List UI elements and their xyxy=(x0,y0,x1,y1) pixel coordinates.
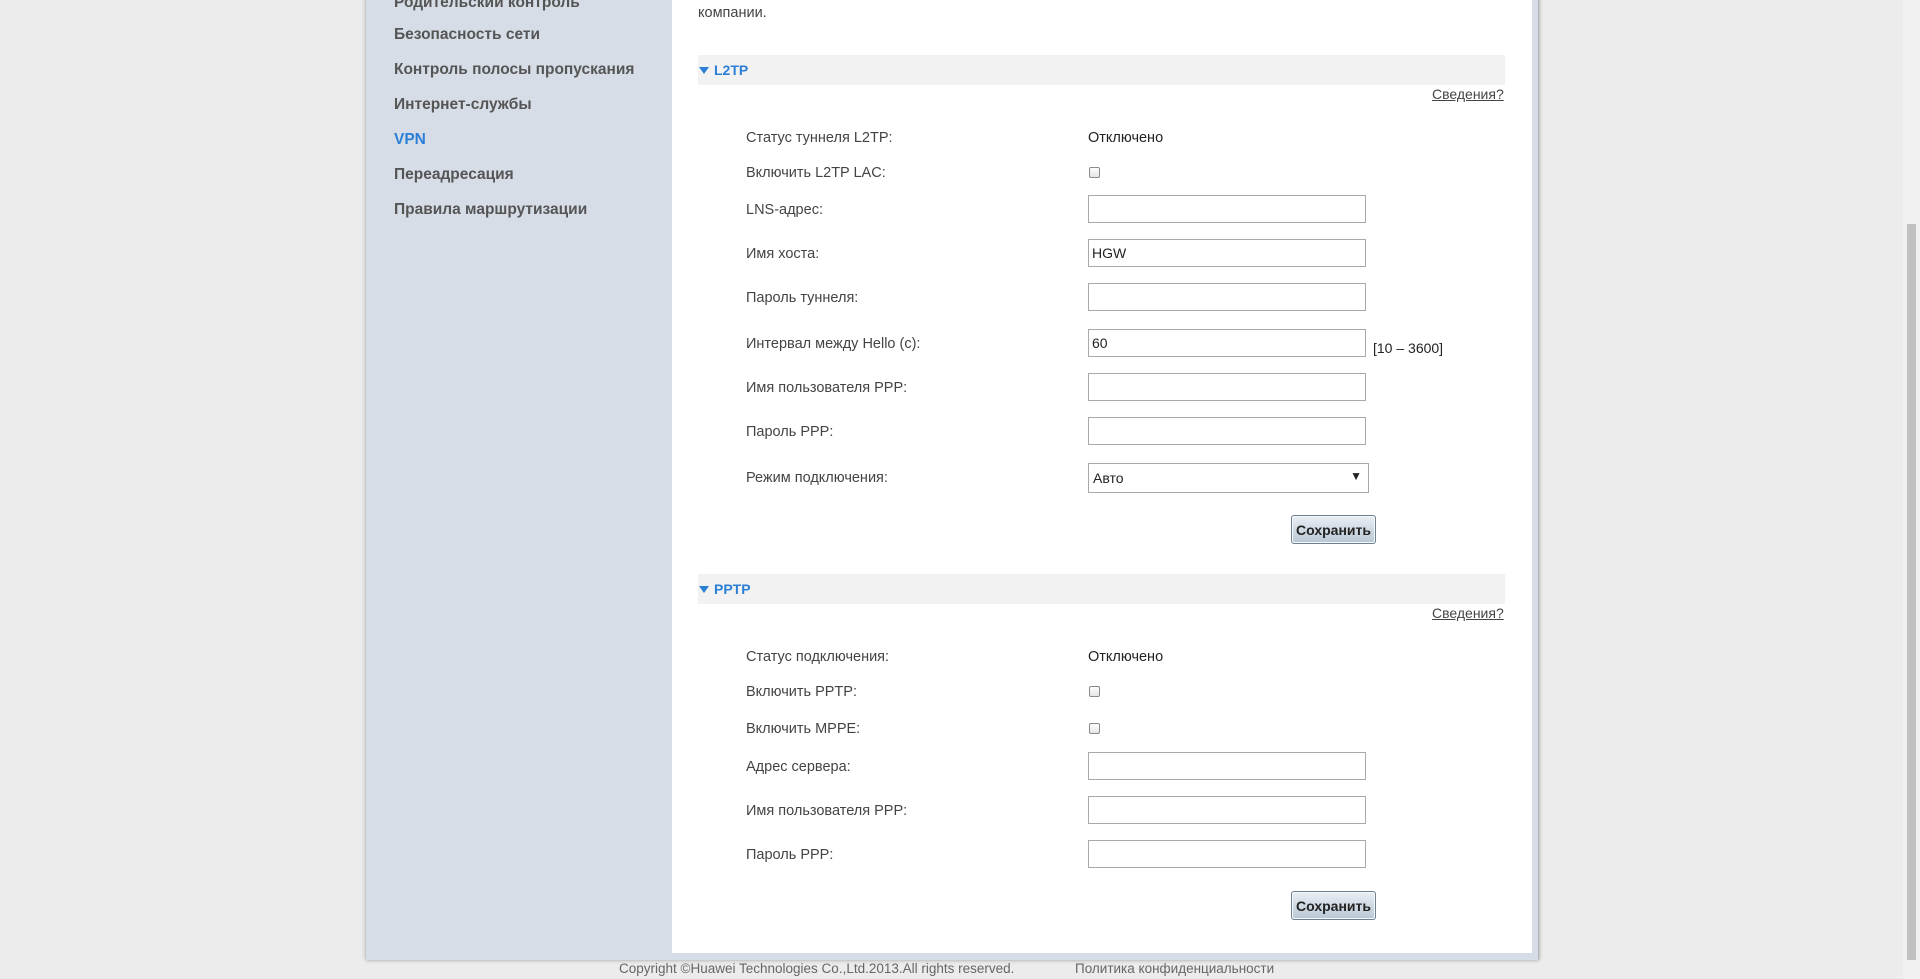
l2tp-connection-mode-label: Режим подключения: xyxy=(746,470,888,486)
l2tp-connection-mode-value: Авто xyxy=(1093,470,1124,486)
sidebar-item-bandwidth-control[interactable]: Контроль полосы пропускания xyxy=(394,61,634,79)
pptp-server-label: Адрес сервера: xyxy=(746,759,851,775)
l2tp-lns-input[interactable] xyxy=(1088,195,1366,223)
collapse-triangle-icon xyxy=(699,586,709,593)
l2tp-ppp-password-input[interactable] xyxy=(1088,417,1366,445)
dropdown-arrow-icon: ▼ xyxy=(1350,469,1362,483)
sidebar-item-routing-rules[interactable]: Правила маршрутизации xyxy=(394,201,587,219)
pptp-status-label: Статус подключения: xyxy=(746,649,890,665)
pptp-section-header[interactable]: PPTP xyxy=(698,574,1505,604)
collapse-triangle-icon xyxy=(699,67,709,74)
l2tp-tunnel-password-label: Пароль туннеля: xyxy=(746,290,859,306)
l2tp-ppp-password-label: Пароль PPP: xyxy=(746,424,834,440)
l2tp-save-button[interactable]: Сохранить xyxy=(1291,515,1376,544)
pptp-enable-label: Включить PPTP: xyxy=(746,684,857,700)
l2tp-hostname-input[interactable] xyxy=(1088,239,1366,267)
sidebar-item-internet-services[interactable]: Интернет-службы xyxy=(394,96,532,114)
l2tp-hello-interval-range: [10 – 3600] xyxy=(1373,340,1444,356)
l2tp-ppp-user-input[interactable] xyxy=(1088,373,1366,401)
l2tp-lns-label: LNS-адрес: xyxy=(746,202,823,218)
l2tp-section-title: L2TP xyxy=(714,62,749,78)
vertical-scrollbar[interactable] xyxy=(1903,0,1920,979)
l2tp-help-link[interactable]: Сведения? xyxy=(1432,86,1504,102)
l2tp-enable-lac-label: Включить L2TP LAC: xyxy=(746,165,886,181)
pptp-status-value: Отключено xyxy=(1088,649,1164,665)
l2tp-hello-interval-label: Интервал между Hello (с): xyxy=(746,336,921,352)
sidebar-item-network-security[interactable]: Безопасность сети xyxy=(394,26,540,44)
sidebar-item-parental-control[interactable]: Родительский контроль xyxy=(394,0,580,12)
pptp-ppp-password-input[interactable] xyxy=(1088,840,1366,868)
scrollbar-thumb[interactable] xyxy=(1907,224,1916,960)
l2tp-tunnel-password-input[interactable] xyxy=(1088,283,1366,311)
sidebar-item-vpn[interactable]: VPN xyxy=(394,131,426,149)
pptp-save-button[interactable]: Сохранить xyxy=(1291,891,1376,920)
l2tp-ppp-user-label: Имя пользователя PPP: xyxy=(746,380,908,396)
sidebar: Родительский контроль Безопасность сети … xyxy=(366,0,672,960)
pptp-ppp-password-label: Пароль PPP: xyxy=(746,847,834,863)
pptp-server-input[interactable] xyxy=(1088,752,1366,780)
l2tp-section-header[interactable]: L2TP xyxy=(698,55,1505,85)
pptp-enable-mppe-label: Включить MPPE: xyxy=(746,721,861,737)
pptp-section-title: PPTP xyxy=(714,581,751,597)
pptp-ppp-user-label: Имя пользователя PPP: xyxy=(746,803,908,819)
pptp-enable-checkbox[interactable] xyxy=(1089,686,1100,697)
l2tp-hostname-label: Имя хоста: xyxy=(746,246,820,262)
pptp-ppp-user-input[interactable] xyxy=(1088,796,1366,824)
footer-copyright: Copyright ©Huawei Technologies Co.,Ltd.2… xyxy=(619,961,1015,976)
pptp-help-link[interactable]: Сведения? xyxy=(1432,605,1504,621)
l2tp-connection-mode-select[interactable]: Авто ▼ xyxy=(1088,463,1369,493)
l2tp-hello-interval-input[interactable] xyxy=(1088,329,1366,357)
l2tp-status-value: Отключено xyxy=(1088,130,1164,146)
footer-privacy-link[interactable]: Политика конфиденциальности xyxy=(1075,961,1274,976)
intro-text: компании. xyxy=(698,5,767,21)
l2tp-enable-lac-checkbox[interactable] xyxy=(1089,167,1100,178)
l2tp-status-label: Статус туннеля L2TP: xyxy=(746,130,893,146)
pptp-enable-mppe-checkbox[interactable] xyxy=(1089,723,1100,734)
sidebar-item-port-forwarding[interactable]: Переадресация xyxy=(394,166,514,184)
